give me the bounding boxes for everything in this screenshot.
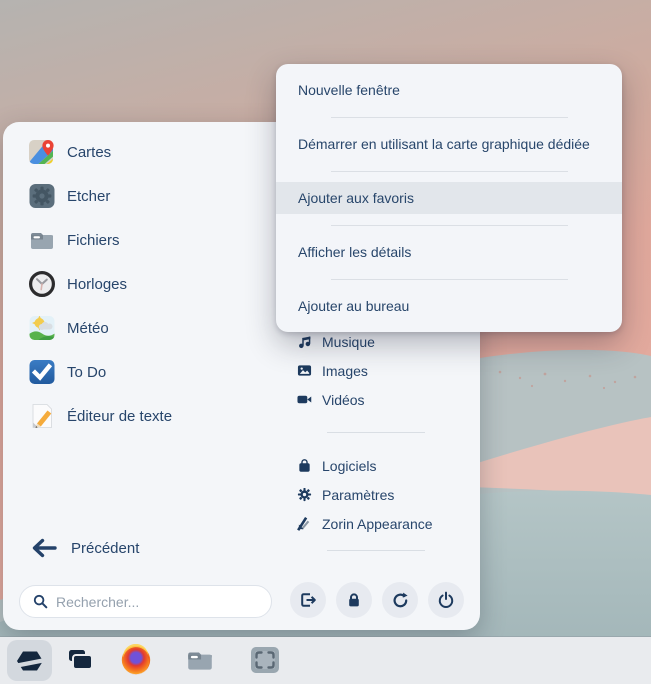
power-icon — [437, 591, 455, 609]
weather-icon — [28, 314, 56, 342]
videos-icon — [296, 392, 312, 408]
folder-icon — [185, 645, 215, 675]
place-label: Images — [322, 363, 368, 379]
place-item-videos[interactable]: Vidéos — [296, 385, 375, 414]
file-manager-button[interactable] — [185, 645, 215, 680]
desktop: Cartes — [0, 0, 651, 684]
app-label: To Do — [67, 364, 106, 381]
settings-icon — [296, 487, 312, 503]
images-icon — [296, 363, 312, 379]
app-label: Cartes — [67, 144, 111, 161]
taskbar — [0, 637, 651, 684]
app-item-todo[interactable]: To Do — [28, 358, 172, 386]
search-input[interactable] — [56, 594, 261, 610]
menu-item-afficher-details[interactable]: Afficher les détails — [276, 236, 622, 268]
todo-icon — [28, 358, 56, 386]
task-view-icon — [64, 644, 96, 676]
system-label: Zorin Appearance — [322, 516, 433, 532]
lock-button[interactable] — [336, 582, 372, 618]
app-label: Fichiers — [67, 232, 120, 249]
divider — [327, 432, 425, 433]
zorin-logo-icon — [14, 645, 46, 677]
search-bar[interactable] — [19, 585, 272, 618]
divider — [327, 550, 425, 551]
firefox-button[interactable] — [120, 644, 152, 681]
firefox-icon — [120, 644, 152, 676]
app-label: Éditeur de texte — [67, 408, 172, 425]
zorin-menu-button[interactable] — [14, 645, 46, 682]
system-label: Paramètres — [322, 487, 394, 503]
place-label: Vidéos — [322, 392, 365, 408]
session-buttons — [290, 582, 464, 618]
zorin-appearance-icon — [296, 516, 312, 532]
app-item-meteo[interactable]: Météo — [28, 314, 172, 342]
places-list: Musique Images — [296, 327, 375, 414]
menu-divider — [276, 160, 622, 182]
menu-divider — [276, 214, 622, 236]
screenshot-icon — [250, 646, 280, 674]
task-view-button[interactable] — [64, 644, 96, 681]
place-item-images[interactable]: Images — [296, 356, 375, 385]
app-list: Cartes — [28, 138, 172, 430]
menu-divider — [276, 268, 622, 290]
menu-item-nouvelle-fenetre[interactable]: Nouvelle fenêtre — [276, 74, 622, 106]
place-label: Musique — [322, 334, 375, 350]
menu-divider — [276, 106, 622, 128]
app-item-fichiers[interactable]: Fichiers — [28, 226, 172, 254]
back-arrow-icon — [30, 537, 58, 559]
app-label: Etcher — [67, 188, 110, 205]
menu-item-carte-graphique[interactable]: Démarrer en utilisant la carte graphique… — [276, 128, 622, 160]
files-icon — [28, 226, 56, 254]
system-item-zorin-appearance[interactable]: Zorin Appearance — [296, 509, 433, 538]
menu-item-ajouter-bureau[interactable]: Ajouter au bureau — [276, 290, 622, 322]
system-item-parametres[interactable]: Paramètres — [296, 480, 433, 509]
software-icon — [296, 458, 312, 474]
back-label: Précédent — [71, 540, 139, 557]
logout-icon — [299, 591, 317, 609]
app-label: Météo — [67, 320, 109, 337]
app-item-horloges[interactable]: Horloges — [28, 270, 172, 298]
app-label: Horloges — [67, 276, 127, 293]
app-context-menu: Nouvelle fenêtre Démarrer en utilisant l… — [276, 64, 622, 332]
clocks-icon — [28, 270, 56, 298]
system-list: Logiciels — [296, 451, 433, 538]
app-item-cartes[interactable]: Cartes — [28, 138, 172, 166]
app-item-editeur[interactable]: Éditeur de texte — [28, 402, 172, 430]
etcher-icon — [28, 182, 56, 210]
menu-item-ajouter-favoris[interactable]: Ajouter aux favoris — [276, 182, 622, 214]
maps-icon — [28, 138, 56, 166]
system-label: Logiciels — [322, 458, 376, 474]
lock-icon — [345, 591, 363, 609]
app-item-etcher[interactable]: Etcher — [28, 182, 172, 210]
restart-icon — [391, 591, 410, 610]
text-editor-icon — [28, 402, 56, 430]
screenshot-tool-button[interactable] — [250, 646, 280, 679]
power-button[interactable] — [428, 582, 464, 618]
search-icon — [33, 594, 48, 609]
music-icon — [296, 334, 312, 350]
back-button[interactable]: Précédent — [30, 534, 139, 562]
restart-button[interactable] — [382, 582, 418, 618]
system-item-logiciels[interactable]: Logiciels — [296, 451, 433, 480]
logout-button[interactable] — [290, 582, 326, 618]
